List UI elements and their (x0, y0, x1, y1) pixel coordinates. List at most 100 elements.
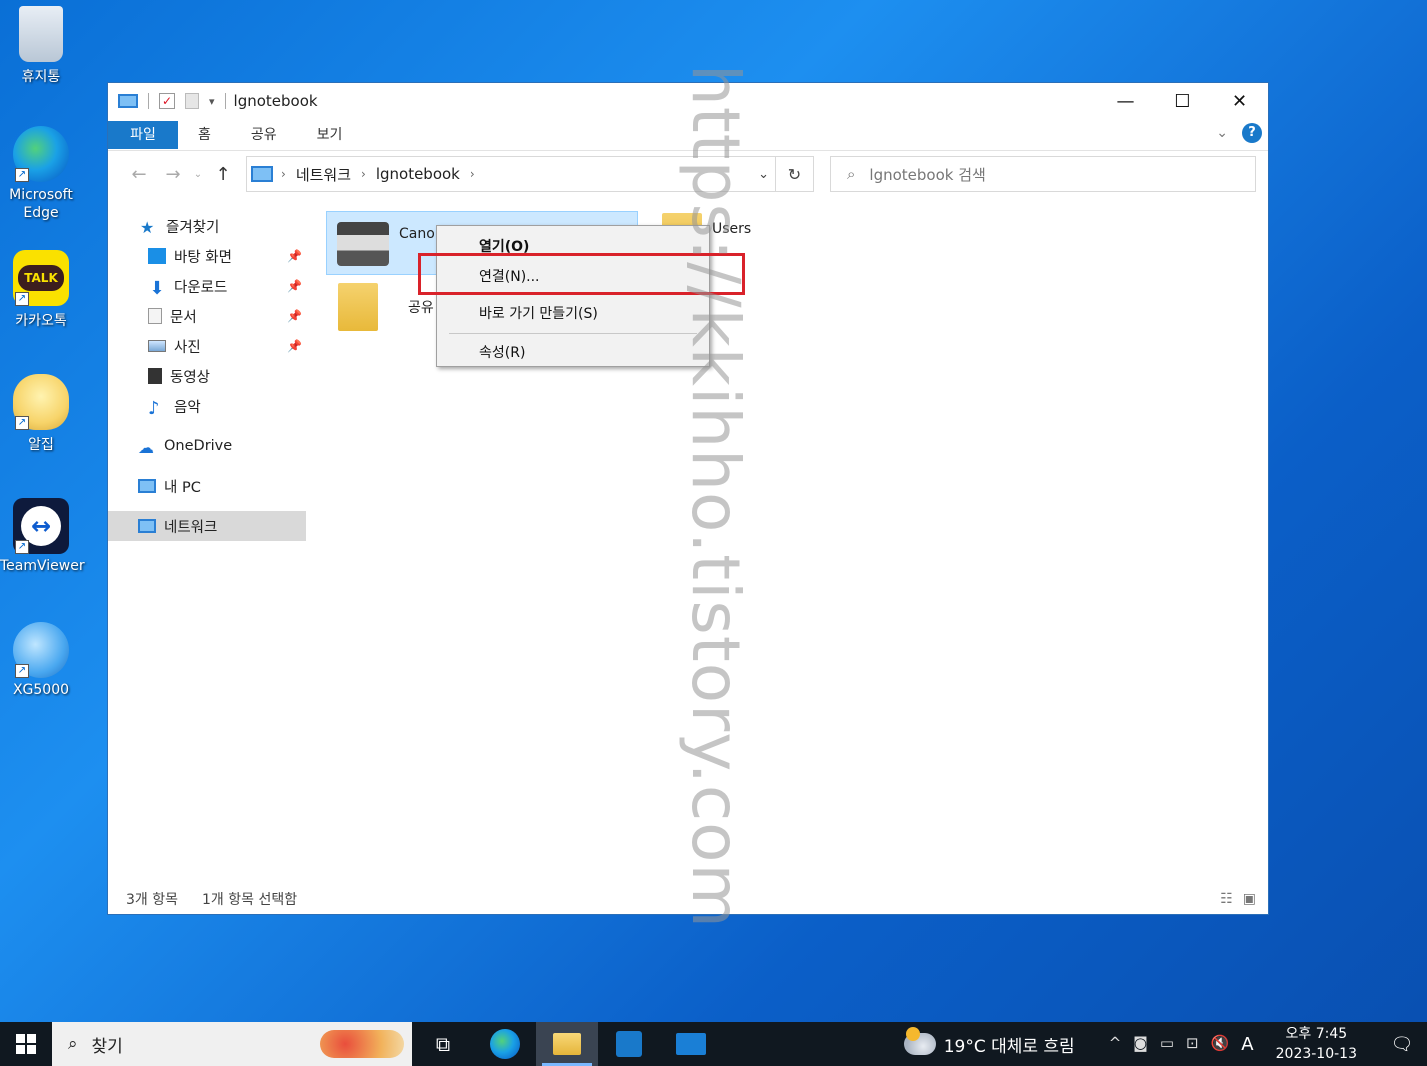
desktop-icon-teamviewer[interactable]: ↔ ↗ TeamViewer (0, 498, 85, 574)
clock[interactable]: 오후 7:45 2023-10-13 (1276, 1024, 1357, 1064)
desktop-icon-edge[interactable]: ↗ Microsoft Edge (0, 126, 82, 222)
minimize-button[interactable]: — (1097, 83, 1154, 119)
breadcrumb-chevron-icon[interactable]: › (281, 167, 286, 181)
kakaotalk-icon: TALK ↗ (13, 250, 69, 306)
xg5000-icon: ↗ (13, 622, 69, 678)
sidebar-item-label: 사진 (174, 339, 201, 356)
cloud-icon: ☁ (138, 438, 154, 457)
sidebar-item-desktop[interactable]: 바탕 화면 📌 (108, 241, 306, 271)
close-button[interactable]: ✕ (1211, 83, 1268, 119)
system-tray: 19°C 대체로 흐림 ^ ◙ ▭ ⊡ 🔇 A 오후 7:45 2023-10-… (903, 1022, 1427, 1066)
start-button[interactable] (0, 1022, 52, 1066)
network-location-icon (251, 166, 273, 182)
recent-locations-chevron-icon[interactable]: ⌄ (190, 169, 206, 180)
tab-view[interactable]: 보기 (297, 121, 363, 149)
sidebar-item-label: 네트워크 (164, 519, 218, 536)
menu-item-create-shortcut[interactable]: 바로 가기 만들기(S) (437, 299, 709, 329)
sidebar-item-this-pc[interactable]: 내 PC (108, 471, 306, 501)
search-icon: ⌕ (847, 165, 856, 183)
taskbar-file-explorer[interactable] (536, 1022, 598, 1066)
breadcrumb-lgnotebook[interactable]: lgnotebook (376, 165, 460, 183)
clock-time: 오후 7:45 (1285, 1026, 1348, 1042)
battery-icon[interactable]: ▭ (1160, 1034, 1174, 1055)
taskbar-store[interactable] (598, 1022, 660, 1066)
sidebar-item-label: 바탕 화면 (174, 249, 232, 266)
navigation-pane: ★ 즐겨찾기 바탕 화면 📌 ⬇ 다운로드 📌 문서 📌 사진 📌 동영상 ♪ … (108, 211, 306, 871)
ribbon-tabs: 파일 홈 공유 보기 ⌄ ? (108, 119, 1268, 151)
quick-access-toolbar: ✓ ▾ (118, 93, 226, 109)
breadcrumb-chevron-icon[interactable]: › (361, 167, 366, 181)
notification-icon[interactable]: 🗨 (1387, 1034, 1417, 1055)
desktop-icon-xg5000[interactable]: ↗ XG5000 (0, 622, 82, 698)
new-folder-icon[interactable] (185, 93, 199, 109)
sidebar-item-onedrive[interactable]: ☁ OneDrive (108, 431, 306, 461)
details-view-icon[interactable]: ☷ (1220, 891, 1233, 907)
highlight-box (418, 253, 745, 295)
up-button[interactable]: ↑ (206, 164, 240, 185)
clock-date: 2023-10-13 (1275, 1046, 1357, 1062)
printer-icon (337, 222, 389, 266)
edge-icon (490, 1029, 520, 1059)
search-highlight-icon (320, 1030, 404, 1058)
forward-button[interactable]: → (156, 164, 190, 185)
alzip-icon: ↗ (13, 374, 69, 430)
menu-item-properties[interactable]: 속성(R) (437, 338, 709, 368)
tab-share[interactable]: 공유 (231, 121, 297, 149)
teamviewer-icon: ↔ ↗ (13, 498, 69, 554)
sidebar-item-pictures[interactable]: 사진 📌 (108, 331, 306, 361)
back-button[interactable]: ← (122, 164, 156, 185)
sidebar-item-documents[interactable]: 문서 📌 (108, 301, 306, 331)
address-history-chevron-icon[interactable]: ⌄ (758, 167, 769, 182)
desktop-icon-recycle-bin[interactable]: 휴지통 (0, 6, 82, 86)
refresh-button[interactable]: ↻ (776, 156, 814, 192)
pictures-icon (148, 340, 166, 352)
pin-icon: 📌 (287, 309, 302, 323)
context-menu: 열기(O) 연결(N)... 바로 가기 만들기(S) 속성(R) (436, 225, 710, 367)
title-bar[interactable]: ✓ ▾ lgnotebook — ☐ ✕ (108, 83, 1268, 119)
sidebar-item-network[interactable]: 네트워크 (108, 511, 306, 541)
shortcut-arrow-icon: ↗ (15, 664, 29, 678)
breadcrumb-chevron-icon[interactable]: › (470, 167, 475, 181)
desktop-icon (148, 248, 166, 264)
sidebar-item-label: 내 PC (164, 479, 201, 496)
tab-file[interactable]: 파일 (108, 120, 178, 149)
sidebar-item-label: 다운로드 (174, 279, 228, 296)
camera-icon[interactable]: ◙ (1133, 1034, 1148, 1055)
search-input[interactable]: ⌕ lgnotebook 검색 (830, 156, 1256, 192)
expand-ribbon-chevron-icon[interactable]: ⌄ (1216, 125, 1228, 141)
ime-indicator[interactable]: A (1241, 1034, 1253, 1055)
taskbar: ⌕ 찾기 ⧉ 19°C 대체로 흐림 ^ ◙ ▭ ⊡ 🔇 A 오후 7:45 2… (0, 1022, 1427, 1066)
desktop-icon-alzip[interactable]: ↗ 알집 (0, 374, 82, 454)
taskbar-search[interactable]: ⌕ 찾기 (52, 1022, 412, 1066)
taskbar-edge[interactable] (474, 1022, 536, 1066)
talk-badge: TALK (18, 265, 64, 291)
music-icon: ♪ (148, 398, 160, 419)
show-hidden-icons-chevron-icon[interactable]: ^ (1109, 1034, 1122, 1055)
pin-icon: 📌 (287, 279, 302, 293)
sidebar-item-videos[interactable]: 동영상 (108, 361, 306, 391)
help-icon[interactable]: ? (1242, 123, 1262, 143)
sidebar-item-music[interactable]: ♪ 음악 (108, 391, 306, 421)
weather-widget[interactable]: 19°C 대체로 흐림 (903, 1027, 1075, 1057)
network-status-icon[interactable]: ⊡ (1186, 1034, 1199, 1055)
desktop-icon-label: Microsoft Edge (9, 187, 73, 221)
taskbar-mail[interactable] (660, 1022, 722, 1066)
task-view-icon: ⧉ (435, 1032, 451, 1056)
customize-toolbar-chevron-icon[interactable]: ▾ (209, 95, 215, 108)
sidebar-item-downloads[interactable]: ⬇ 다운로드 📌 (108, 271, 306, 301)
sidebar-item-quick-access[interactable]: ★ 즐겨찾기 (108, 211, 306, 241)
item-label: Users (712, 221, 752, 237)
address-bar[interactable]: › 네트워크 › lgnotebook › ⌄ (246, 156, 776, 192)
breadcrumb-network[interactable]: 네트워크 (296, 164, 351, 185)
videos-icon (148, 368, 162, 384)
properties-icon[interactable]: ✓ (159, 93, 175, 109)
shortcut-arrow-icon: ↗ (15, 416, 29, 430)
item-label: 공유 (408, 300, 434, 316)
task-view-button[interactable]: ⧉ (412, 1022, 474, 1066)
desktop-icon-kakaotalk[interactable]: TALK ↗ 카카오톡 (0, 250, 82, 330)
volume-muted-icon[interactable]: 🔇 (1211, 1034, 1230, 1055)
weather-text: 19°C 대체로 흐림 (943, 1036, 1075, 1057)
maximize-button[interactable]: ☐ (1154, 83, 1211, 119)
tab-home[interactable]: 홈 (178, 121, 231, 149)
large-icons-view-icon[interactable]: ▣ (1243, 891, 1256, 907)
